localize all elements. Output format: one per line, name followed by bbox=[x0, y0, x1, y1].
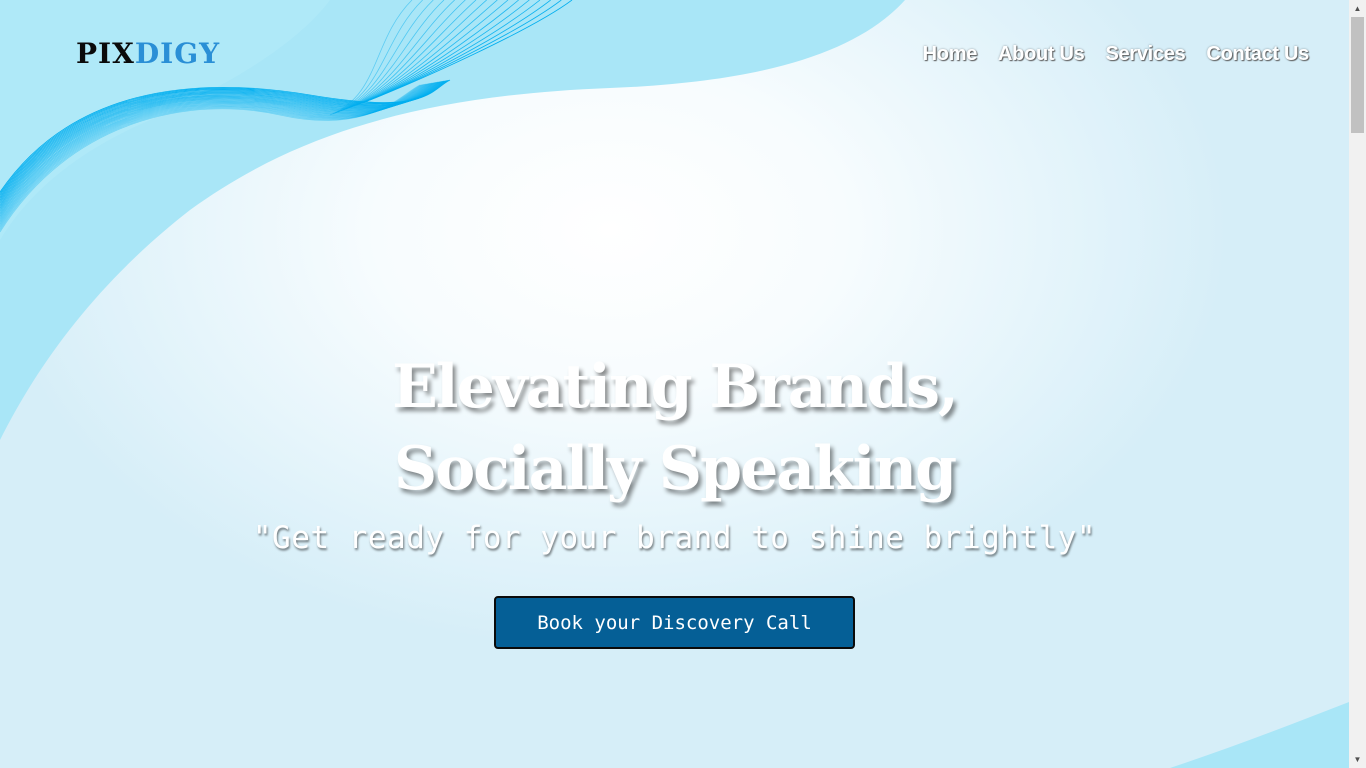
brand-logo-part1: PIX bbox=[76, 37, 135, 70]
nav-link-contact-us[interactable]: Contact Us bbox=[1206, 43, 1309, 66]
brand-logo[interactable]: PIXDIGY bbox=[76, 36, 220, 72]
hero-tagline: "Get ready for your brand to shine brigh… bbox=[252, 520, 1097, 556]
bottom-wave-shape bbox=[1170, 702, 1349, 768]
hero-title: Elevating Brands, Socially Speaking bbox=[0, 346, 1349, 510]
hero-section: PIXDIGY Home About Us Services Contact U… bbox=[0, 0, 1349, 768]
book-discovery-call-button[interactable]: Book your Discovery Call bbox=[494, 596, 855, 649]
main-nav: Home About Us Services Contact Us bbox=[923, 43, 1310, 66]
nav-link-about-us[interactable]: About Us bbox=[998, 43, 1085, 66]
nav-link-services[interactable]: Services bbox=[1106, 43, 1186, 66]
hero-title-line2: Socially Speaking bbox=[393, 434, 957, 504]
vertical-scrollbar[interactable]: ▲ ▼ bbox=[1349, 0, 1366, 768]
nav-link-home[interactable]: Home bbox=[923, 43, 978, 66]
chevron-down-icon[interactable]: ▼ bbox=[1349, 751, 1366, 768]
chevron-up-icon[interactable]: ▲ bbox=[1349, 0, 1366, 17]
brand-logo-part2: DIGY bbox=[134, 37, 221, 70]
hero-title-line1: Elevating Brands, bbox=[392, 352, 959, 422]
scrollbar-thumb[interactable] bbox=[1351, 17, 1364, 133]
